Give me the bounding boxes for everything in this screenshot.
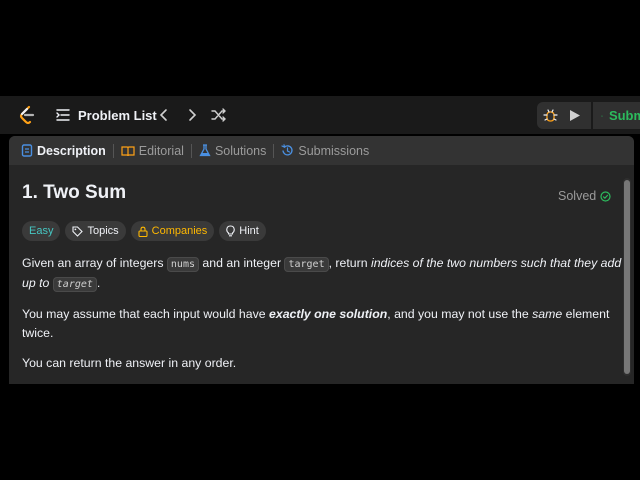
text-run: and an integer bbox=[199, 256, 285, 270]
lightbulb-icon bbox=[226, 225, 236, 237]
tab-editorial[interactable]: Editorial bbox=[121, 144, 184, 158]
tab-divider bbox=[112, 143, 114, 158]
history-icon bbox=[281, 144, 294, 156]
problem-list-button[interactable]: Problem List bbox=[56, 106, 157, 124]
solved-status: Solved bbox=[558, 189, 611, 203]
tab-solutions[interactable]: Solutions bbox=[199, 144, 266, 158]
tab-description[interactable]: Description bbox=[21, 144, 106, 158]
random-problem-button[interactable] bbox=[210, 106, 228, 124]
companies-button[interactable]: Companies bbox=[130, 221, 215, 241]
tag-icon bbox=[72, 225, 84, 237]
check-circle-icon bbox=[600, 190, 611, 202]
description-paragraph: You may assume that each input would hav… bbox=[22, 305, 622, 343]
tab-editorial-label: Editorial bbox=[138, 143, 184, 158]
tab-submissions-label: Submissions bbox=[298, 143, 370, 158]
debug-icon[interactable] bbox=[543, 108, 558, 123]
code-target: target bbox=[52, 277, 97, 292]
description-panel: Description Editorial Solutions Submissi… bbox=[9, 136, 634, 384]
hint-label: Hint bbox=[239, 225, 259, 237]
panel-tabs: Description Editorial Solutions Submissi… bbox=[9, 136, 634, 165]
next-problem-button[interactable] bbox=[183, 106, 201, 124]
tab-divider bbox=[273, 143, 275, 158]
run-controls bbox=[537, 102, 591, 129]
problem-list-label: Problem List bbox=[78, 107, 157, 123]
text-run: , return bbox=[328, 256, 371, 270]
code-target: target bbox=[284, 257, 329, 272]
problem-tags: Easy Topics Companies Hint bbox=[22, 221, 266, 241]
scrollbar-thumb[interactable] bbox=[624, 180, 630, 374]
solved-label: Solved bbox=[558, 189, 597, 203]
strong-emphasis-text: exactly one solution bbox=[269, 307, 388, 321]
run-play-icon[interactable] bbox=[569, 109, 581, 122]
leetcode-logo-icon[interactable] bbox=[17, 105, 37, 125]
page-title: 1. Two Sum bbox=[22, 182, 127, 203]
lock-icon bbox=[138, 226, 148, 237]
tab-description-label: Description bbox=[37, 143, 106, 158]
tab-solutions-label: Solutions bbox=[214, 143, 267, 158]
document-icon bbox=[21, 144, 33, 157]
shuffle-icon bbox=[211, 108, 226, 122]
chevron-right-icon bbox=[189, 109, 197, 121]
cloud-upload-icon bbox=[601, 114, 603, 117]
difficulty-badge: Easy bbox=[22, 221, 61, 241]
topics-label: Topics bbox=[87, 225, 119, 237]
problem-description: Given an array of integers nums and an i… bbox=[22, 254, 622, 384]
tab-divider bbox=[190, 143, 192, 158]
topics-button[interactable]: Topics bbox=[65, 221, 126, 241]
chevron-left-icon bbox=[159, 109, 167, 121]
emphasis-text: same bbox=[532, 307, 563, 321]
description-paragraph: You can return the answer in any order. bbox=[22, 356, 237, 370]
tab-submissions[interactable]: Submissions bbox=[281, 144, 369, 158]
book-icon bbox=[121, 145, 135, 156]
text-run: Given an array of integers bbox=[22, 256, 167, 270]
code-nums: nums bbox=[166, 257, 199, 272]
submit-label: Submit bbox=[608, 108, 640, 123]
flask-icon bbox=[199, 144, 211, 157]
problem-header: 1. Two Sum bbox=[22, 182, 612, 204]
text-run: , and you may not use the bbox=[387, 307, 533, 321]
text-run: . bbox=[96, 276, 101, 290]
companies-label: Companies bbox=[151, 225, 208, 237]
difficulty-label: Easy bbox=[29, 225, 54, 237]
description-paragraph: Given an array of integers nums and an i… bbox=[22, 254, 622, 294]
text-run: You may assume that each input would hav… bbox=[22, 307, 270, 321]
submit-button[interactable]: Submit bbox=[593, 102, 640, 129]
hint-button[interactable]: Hint bbox=[219, 221, 266, 241]
list-icon bbox=[56, 109, 70, 121]
previous-problem-button[interactable] bbox=[155, 106, 173, 124]
